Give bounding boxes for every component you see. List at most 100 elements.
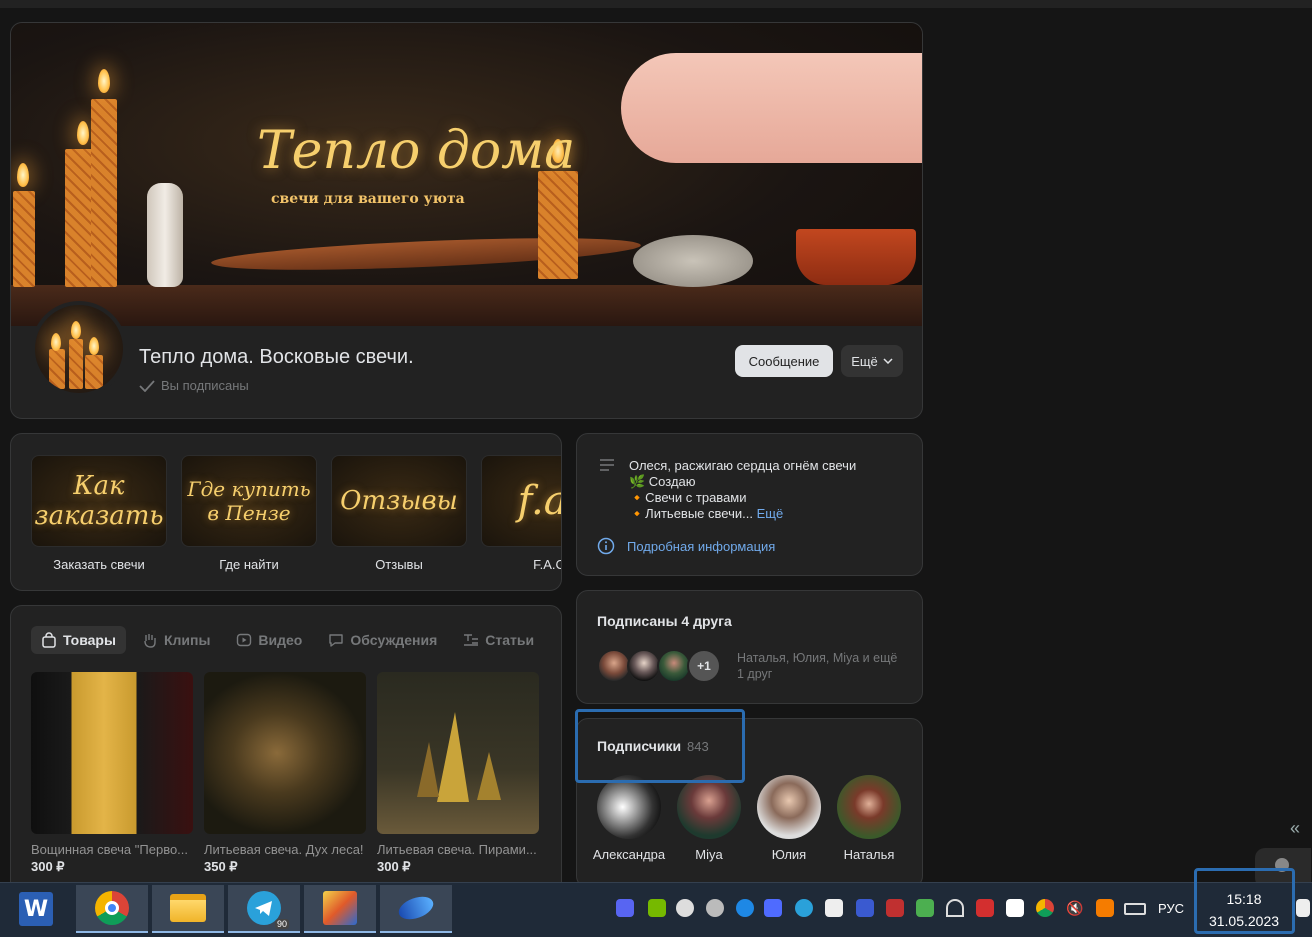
avatar-flame xyxy=(89,337,99,355)
subscriber-item[interactable]: Miya xyxy=(671,775,747,862)
cover-candle xyxy=(91,99,117,287)
more-button-label: Ещё xyxy=(851,353,878,369)
cover-flame xyxy=(98,69,110,93)
chrome-taskbar-button[interactable] xyxy=(76,885,148,933)
settings-tray-icon[interactable] xyxy=(706,899,724,917)
product-image xyxy=(204,672,366,834)
link-faq[interactable]: f.a. F.A.C xyxy=(481,455,562,572)
description-line: Олеся, расжигаю сердца огнём свечи xyxy=(629,458,857,473)
link-image: f.a. xyxy=(481,455,561,547)
video-icon xyxy=(237,633,252,647)
subscriber-item[interactable]: Александра xyxy=(591,775,667,862)
notification-icon[interactable] xyxy=(1296,899,1310,917)
link-image: Как заказать xyxy=(31,455,167,547)
wifi-tray-icon[interactable] xyxy=(946,899,964,917)
tab-articles[interactable]: Статьи xyxy=(453,626,544,654)
check-icon xyxy=(139,379,155,392)
cover-subtitle: свечи для вашего уюта xyxy=(271,191,465,207)
collapse-panel-icon[interactable]: « xyxy=(1290,818,1300,839)
friends-extra-count: +1 xyxy=(687,649,721,683)
cover-image: Тепло дома свечи для вашего уюта xyxy=(11,23,922,326)
app-tray-icon[interactable] xyxy=(976,899,994,917)
cover-flame xyxy=(17,163,29,187)
link-label: Заказать свечи xyxy=(53,557,145,572)
product-price: 350 ₽ xyxy=(204,859,238,874)
cover-candle xyxy=(538,171,578,279)
product-card[interactable]: Литьевая свеча. Дух леса! 350 ₽ xyxy=(204,672,366,875)
details-link-row[interactable]: Подробная информация xyxy=(597,537,775,555)
tab-label: Статьи xyxy=(485,632,535,648)
word-taskbar-button[interactable]: W xyxy=(0,885,72,933)
product-name: Вощинная свеча "Перво... xyxy=(31,842,189,857)
avatar-flame xyxy=(71,321,81,339)
security-tray-icon[interactable] xyxy=(916,899,934,917)
group-description: Олеся, расжигаю сердца огнём свечи 🌿 Соз… xyxy=(629,458,856,522)
product-card[interactable]: Вощинная свеча "Перво... 300 ₽ xyxy=(31,672,193,875)
avatar xyxy=(627,649,661,683)
video-editor-icon xyxy=(323,891,357,925)
tab-discussions[interactable]: Обсуждения xyxy=(318,626,447,654)
cover-shelf xyxy=(11,285,922,326)
message-button[interactable]: Сообщение xyxy=(735,345,833,377)
info-icon xyxy=(597,537,615,555)
group-title: Тепло дома. Восковые свечи. xyxy=(139,346,414,368)
avatar xyxy=(597,649,631,683)
link-image: Отзывы xyxy=(331,455,467,547)
product-image xyxy=(31,672,193,834)
link-where[interactable]: Где купить в Пензе Где найти xyxy=(181,455,317,572)
info-block: Олеся, расжигаю сердца огнём свечи 🌿 Соз… xyxy=(576,433,923,576)
language-indicator[interactable]: РУС xyxy=(1158,901,1184,916)
avatar xyxy=(677,775,741,839)
tab-clips[interactable]: Клипы xyxy=(132,626,220,654)
tab-label: Обсуждения xyxy=(350,632,438,648)
bluetooth-tray-icon[interactable] xyxy=(736,899,754,917)
lav-tray-icon[interactable] xyxy=(825,899,843,917)
explorer-taskbar-button[interactable] xyxy=(152,885,224,933)
description-more-link[interactable]: Ещё xyxy=(757,506,784,521)
group-avatar[interactable] xyxy=(31,301,127,397)
chrome-tray-icon[interactable] xyxy=(1036,899,1054,917)
tab-goods[interactable]: Товары xyxy=(31,626,126,654)
video-editor-taskbar-button[interactable] xyxy=(304,885,376,933)
app-icon xyxy=(395,892,437,924)
avatar xyxy=(657,649,691,683)
link-label: F.A.C xyxy=(533,557,562,572)
lav-tray-icon[interactable] xyxy=(856,899,874,917)
link-order[interactable]: Как заказать Заказать свечи xyxy=(31,455,167,572)
friends-block[interactable]: Подписаны 4 друга +1 Наталья, Юлия, Miya… xyxy=(576,590,923,704)
app-tray-icon[interactable] xyxy=(1096,899,1114,917)
link-reviews[interactable]: Отзывы Отзывы xyxy=(331,455,467,572)
discord-tray-icon[interactable] xyxy=(616,899,634,917)
lav-tray-icon[interactable] xyxy=(886,899,904,917)
volume-muted-icon[interactable]: 🔇 xyxy=(1066,899,1084,917)
avatar-flame xyxy=(51,333,61,351)
chevron-down-icon xyxy=(883,358,893,364)
telegram-tray-icon[interactable] xyxy=(795,899,813,917)
tab-video[interactable]: Видео xyxy=(226,626,312,654)
avatar xyxy=(757,775,821,839)
telegram-taskbar-button[interactable]: 90 xyxy=(228,885,300,933)
discussion-icon xyxy=(329,634,344,647)
app-tray-icon[interactable] xyxy=(764,899,782,917)
app-taskbar-button[interactable] xyxy=(380,885,452,933)
subscriber-item[interactable]: Наталья xyxy=(831,775,907,862)
cloud-tray-icon[interactable] xyxy=(676,899,694,917)
articles-icon xyxy=(464,634,479,646)
links-block: Как заказать Заказать свечи Где купить в… xyxy=(10,433,562,591)
product-name: Литьевая свеча. Дух леса! xyxy=(204,842,364,857)
telegram-badge: 90 xyxy=(274,919,289,929)
more-button[interactable]: Ещё xyxy=(841,345,903,377)
cover-stone xyxy=(633,235,753,287)
product-card[interactable]: Литьевая свеча. Пирами... 300 ₽ xyxy=(377,672,539,875)
cover-plant-pot xyxy=(796,229,916,285)
subscriber-item[interactable]: Юлия xyxy=(751,775,827,862)
battery-tray-icon[interactable] xyxy=(1124,903,1146,915)
avatar xyxy=(837,775,901,839)
subscriber-name: Miya xyxy=(695,847,723,862)
description-line: 🌿 Создаю xyxy=(629,474,696,489)
shield-tray-icon[interactable] xyxy=(1006,899,1024,917)
nvidia-tray-icon[interactable] xyxy=(648,899,666,917)
link-label: Где найти xyxy=(219,557,279,572)
subscribed-status[interactable]: Вы подписаны xyxy=(139,378,249,393)
subscriber-name: Юлия xyxy=(771,847,807,862)
